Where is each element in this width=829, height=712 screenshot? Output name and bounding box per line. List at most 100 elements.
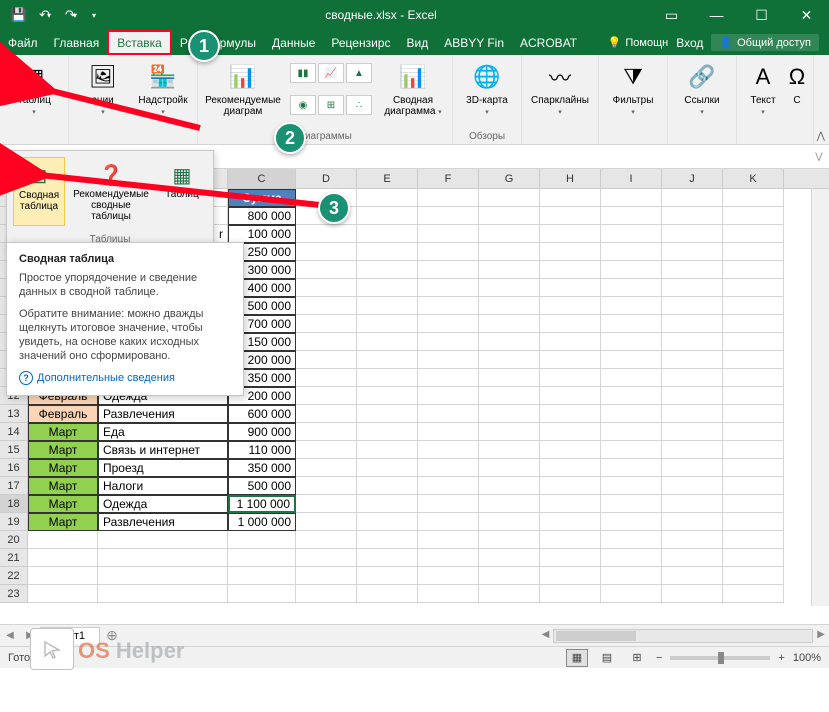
save-icon[interactable]: 💾 (8, 4, 30, 26)
cell[interactable]: 500 000 (228, 477, 296, 495)
cell[interactable] (418, 243, 479, 261)
cell[interactable] (601, 297, 662, 315)
cell[interactable] (662, 315, 723, 333)
cell[interactable] (479, 243, 540, 261)
cell[interactable] (540, 495, 601, 513)
cell[interactable] (662, 189, 723, 207)
cell[interactable] (357, 459, 418, 477)
cell[interactable] (357, 369, 418, 387)
recommended-charts-button[interactable]: 📊 Рекомендуемые диаграм (204, 59, 282, 129)
cell[interactable] (662, 477, 723, 495)
cell[interactable] (98, 585, 228, 603)
col-header[interactable]: I (601, 169, 662, 188)
cell[interactable] (540, 531, 601, 549)
collapse-ribbon-icon[interactable]: ⋀ (817, 131, 825, 142)
cell[interactable] (98, 549, 228, 567)
cell[interactable] (418, 333, 479, 351)
cell[interactable]: 1 000 000 (228, 513, 296, 531)
cell[interactable] (228, 531, 296, 549)
cell[interactable] (479, 315, 540, 333)
cell[interactable] (540, 225, 601, 243)
scrollbar-thumb[interactable] (556, 631, 636, 641)
row-header[interactable]: 18 (0, 495, 28, 513)
qat-customize-icon[interactable]: ▾ (83, 4, 105, 26)
cell[interactable] (662, 513, 723, 531)
cell[interactable] (418, 351, 479, 369)
cell[interactable]: Февраль (28, 405, 98, 423)
cell[interactable] (479, 369, 540, 387)
cell[interactable] (418, 585, 479, 603)
cell[interactable] (296, 531, 357, 549)
pivot-chart-button[interactable]: 📊 Сводная диаграмма ▾ (380, 59, 446, 129)
cell[interactable] (662, 585, 723, 603)
cell[interactable] (540, 189, 601, 207)
cell[interactable] (601, 459, 662, 477)
scroll-left-icon[interactable]: ◀ (542, 629, 550, 643)
cell[interactable] (723, 477, 784, 495)
cell[interactable] (662, 387, 723, 405)
bar-chart-icon[interactable]: ▮▮ (290, 63, 316, 83)
page-layout-view-icon[interactable]: ▤ (596, 649, 618, 667)
normal-view-icon[interactable]: ▦ (566, 649, 588, 667)
cell[interactable] (296, 495, 357, 513)
zoom-out-button[interactable]: − (656, 652, 662, 664)
maximize-icon[interactable]: ☐ (739, 0, 784, 30)
cell[interactable] (418, 441, 479, 459)
row-header[interactable]: 20 (0, 531, 28, 549)
cell[interactable] (540, 423, 601, 441)
row-header[interactable]: 13 (0, 405, 28, 423)
cell[interactable] (540, 513, 601, 531)
cell[interactable] (540, 441, 601, 459)
cell[interactable] (418, 207, 479, 225)
cell[interactable] (662, 351, 723, 369)
cell[interactable] (418, 225, 479, 243)
cell[interactable] (357, 225, 418, 243)
close-icon[interactable]: ✕ (784, 0, 829, 30)
cell[interactable] (662, 423, 723, 441)
zoom-level[interactable]: 100% (793, 652, 821, 664)
cell[interactable] (357, 495, 418, 513)
cell[interactable] (357, 315, 418, 333)
tab-acrobat[interactable]: ACROBAT (512, 30, 585, 55)
area-chart-icon[interactable]: ▲ (346, 63, 372, 83)
cell[interactable] (296, 585, 357, 603)
filters-button[interactable]: ⧩ Фильтры▾ (605, 59, 661, 142)
cell[interactable] (418, 387, 479, 405)
cell[interactable] (479, 261, 540, 279)
cell[interactable] (228, 549, 296, 567)
cell[interactable] (296, 225, 357, 243)
tab-file[interactable]: Файл (0, 30, 46, 55)
tab-home[interactable]: Главная (46, 30, 108, 55)
tab-review[interactable]: Рецензирс (323, 30, 398, 55)
cell[interactable] (479, 351, 540, 369)
cell[interactable] (418, 567, 479, 585)
cell[interactable] (723, 297, 784, 315)
cell[interactable] (662, 333, 723, 351)
cell[interactable] (296, 549, 357, 567)
cell[interactable] (723, 261, 784, 279)
cell[interactable] (418, 369, 479, 387)
cell[interactable] (662, 405, 723, 423)
cell[interactable] (296, 351, 357, 369)
cell[interactable] (479, 477, 540, 495)
cell[interactable] (601, 585, 662, 603)
cell[interactable] (601, 387, 662, 405)
cell[interactable] (662, 369, 723, 387)
links-button[interactable]: 🔗 Ссылки▾ (674, 59, 730, 142)
expand-formula-bar-icon[interactable]: ⋁ (809, 151, 829, 162)
cell[interactable] (479, 585, 540, 603)
cell[interactable] (228, 585, 296, 603)
cell[interactable] (479, 387, 540, 405)
cell[interactable] (296, 315, 357, 333)
cell[interactable] (601, 441, 662, 459)
3d-map-button[interactable]: 🌐 3D-карта▾ (459, 59, 515, 129)
cell[interactable] (540, 351, 601, 369)
zoom-thumb[interactable] (718, 652, 724, 664)
hierarchy-chart-icon[interactable]: ◉ (290, 95, 316, 115)
row-header[interactable]: 16 (0, 459, 28, 477)
cell[interactable] (662, 531, 723, 549)
cell[interactable] (479, 333, 540, 351)
cell[interactable] (723, 405, 784, 423)
cell[interactable] (418, 315, 479, 333)
cell[interactable] (601, 333, 662, 351)
